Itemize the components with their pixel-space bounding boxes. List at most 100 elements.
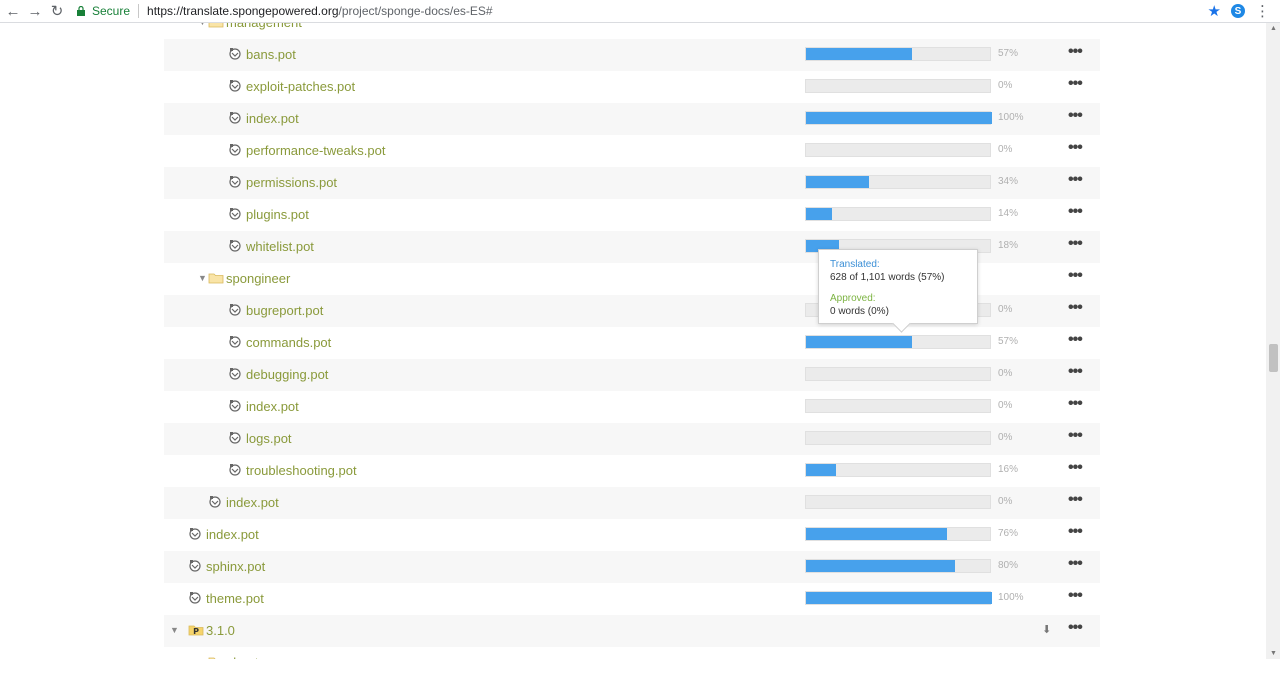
item-label[interactable]: bugreport.pot — [246, 303, 323, 318]
progress-fill — [806, 464, 836, 476]
file-row[interactable]: logs.pot 0% ••• — [164, 423, 1100, 455]
scroll-up-icon[interactable]: ▲ — [1269, 25, 1278, 32]
file-row[interactable]: permissions.pot 34% ••• — [164, 167, 1100, 199]
translation-progress-bar[interactable] — [805, 559, 991, 573]
file-row[interactable]: debugging.pot 0% ••• — [164, 359, 1100, 391]
translation-progress-bar[interactable] — [805, 47, 991, 61]
file-row[interactable]: plugins.pot 14% ••• — [164, 199, 1100, 231]
translation-progress-bar[interactable] — [805, 591, 992, 605]
secure-label: Secure — [92, 4, 131, 18]
item-label[interactable]: spongineer — [226, 271, 290, 286]
file-row[interactable]: performance-tweaks.pot 0% ••• — [164, 135, 1100, 167]
more-options-icon[interactable]: ••• — [1068, 268, 1084, 285]
sponge-file-icon — [229, 144, 241, 156]
file-row[interactable]: index.pot 76% ••• — [164, 519, 1100, 551]
file-row[interactable]: theme.pot 100% ••• — [164, 583, 1100, 615]
more-options-icon[interactable]: ••• — [1068, 396, 1084, 413]
progress-fill — [806, 528, 948, 540]
more-options-icon[interactable]: ••• — [1068, 492, 1084, 509]
more-options-icon[interactable]: ••• — [1068, 556, 1084, 573]
item-label[interactable]: 3.1.0 — [206, 623, 235, 638]
back-arrow-icon[interactable]: ← — [4, 2, 22, 20]
item-label[interactable]: theme.pot — [206, 591, 264, 606]
progress-percent: 57% — [998, 48, 1019, 59]
lock-icon — [77, 6, 85, 16]
folder-row[interactable]: about — [164, 647, 1100, 659]
scrollbar-thumb[interactable] — [1269, 344, 1278, 372]
translation-progress-bar[interactable] — [805, 111, 992, 125]
more-options-icon[interactable]: ••• — [1068, 364, 1084, 381]
reload-icon[interactable]: ↻ — [48, 2, 66, 20]
translation-progress-bar[interactable] — [805, 495, 991, 509]
folder-row[interactable]: ▼ management ••• — [164, 23, 1100, 39]
bookmark-star-icon[interactable]: ★ — [1208, 2, 1221, 20]
progress-tooltip: Translated: 628 of 1,101 words (57%) App… — [818, 249, 978, 324]
expand-caret-icon[interactable]: ▼ — [198, 273, 208, 283]
expand-caret-icon[interactable]: ▼ — [170, 625, 180, 635]
translation-progress-bar[interactable] — [805, 367, 991, 381]
item-label[interactable]: index.pot — [206, 527, 259, 542]
more-options-icon[interactable]: ••• — [1068, 300, 1084, 317]
more-options-icon[interactable]: ••• — [1068, 204, 1084, 221]
page-scrollbar[interactable]: ▲ ▼ — [1266, 23, 1280, 659]
skype-extension-icon[interactable]: S — [1231, 4, 1245, 18]
more-options-icon[interactable]: ••• — [1068, 23, 1084, 29]
item-label[interactable]: bans.pot — [246, 47, 296, 62]
file-row[interactable]: index.pot 0% ••• — [164, 391, 1100, 423]
more-options-icon[interactable]: ••• — [1068, 108, 1084, 125]
more-options-icon[interactable]: ••• — [1068, 524, 1084, 541]
item-label[interactable]: index.pot — [226, 495, 279, 510]
translation-progress-bar[interactable] — [805, 431, 991, 445]
translation-progress-bar[interactable] — [805, 175, 991, 189]
item-label[interactable]: permissions.pot — [246, 175, 337, 190]
more-options-icon[interactable]: ••• — [1068, 44, 1084, 61]
more-options-icon[interactable]: ••• — [1068, 76, 1084, 93]
file-row[interactable]: index.pot 100% ••• — [164, 103, 1100, 135]
more-options-icon[interactable]: ••• — [1068, 172, 1084, 189]
version-row[interactable]: ▼ P 3.1.0 ⬇ ••• — [164, 615, 1100, 647]
file-row[interactable]: troubleshooting.pot 16% ••• — [164, 455, 1100, 487]
item-label[interactable]: commands.pot — [246, 335, 331, 350]
file-row[interactable]: commands.pot 57% ••• — [164, 327, 1100, 359]
item-label[interactable]: sphinx.pot — [206, 559, 265, 574]
file-row[interactable]: index.pot 0% ••• — [164, 487, 1100, 519]
more-options-icon[interactable]: ••• — [1068, 332, 1084, 349]
item-label[interactable]: debugging.pot — [246, 367, 328, 382]
more-options-icon[interactable]: ••• — [1068, 588, 1084, 605]
more-options-icon[interactable]: ••• — [1068, 236, 1084, 253]
more-options-icon[interactable]: ••• — [1068, 460, 1084, 477]
item-label[interactable]: whitelist.pot — [246, 239, 314, 254]
secure-indicator[interactable]: Secure — [76, 4, 130, 18]
scroll-down-icon[interactable]: ▼ — [1269, 650, 1278, 657]
file-row[interactable]: bans.pot 57% ••• — [164, 39, 1100, 71]
sponge-file-icon — [229, 432, 241, 444]
item-label[interactable]: performance-tweaks.pot — [246, 143, 385, 158]
more-options-icon[interactable]: ••• — [1068, 620, 1084, 637]
item-label[interactable]: index.pot — [246, 111, 299, 126]
file-row[interactable]: sphinx.pot 80% ••• — [164, 551, 1100, 583]
item-label[interactable]: management — [226, 23, 302, 30]
translation-progress-bar[interactable] — [805, 463, 991, 477]
translation-progress-bar[interactable] — [805, 335, 991, 349]
item-label[interactable]: exploit-patches.pot — [246, 79, 355, 94]
toolbar-right-icons: ★ S ⋮ — [1208, 2, 1270, 20]
more-options-icon[interactable]: ••• — [1068, 140, 1084, 157]
translation-progress-bar[interactable] — [805, 399, 991, 413]
address-bar[interactable]: https://translate.spongepowered.org/proj… — [147, 4, 493, 18]
download-icon[interactable]: ⬇ — [1042, 623, 1054, 637]
translation-progress-bar[interactable] — [805, 527, 991, 541]
item-label[interactable]: troubleshooting.pot — [246, 463, 357, 478]
progress-percent: 18% — [998, 240, 1019, 251]
forward-arrow-icon[interactable]: → — [26, 2, 44, 20]
item-label[interactable]: plugins.pot — [246, 207, 309, 222]
expand-caret-icon[interactable]: ▼ — [198, 23, 208, 27]
translation-progress-bar[interactable] — [805, 79, 991, 93]
sponge-file-icon — [229, 464, 241, 476]
file-row[interactable]: exploit-patches.pot 0% ••• — [164, 71, 1100, 103]
more-options-icon[interactable]: ••• — [1068, 428, 1084, 445]
item-label[interactable]: index.pot — [246, 399, 299, 414]
browser-menu-icon[interactable]: ⋮ — [1255, 4, 1270, 19]
item-label[interactable]: logs.pot — [246, 431, 292, 446]
translation-progress-bar[interactable] — [805, 207, 991, 221]
translation-progress-bar[interactable] — [805, 143, 991, 157]
